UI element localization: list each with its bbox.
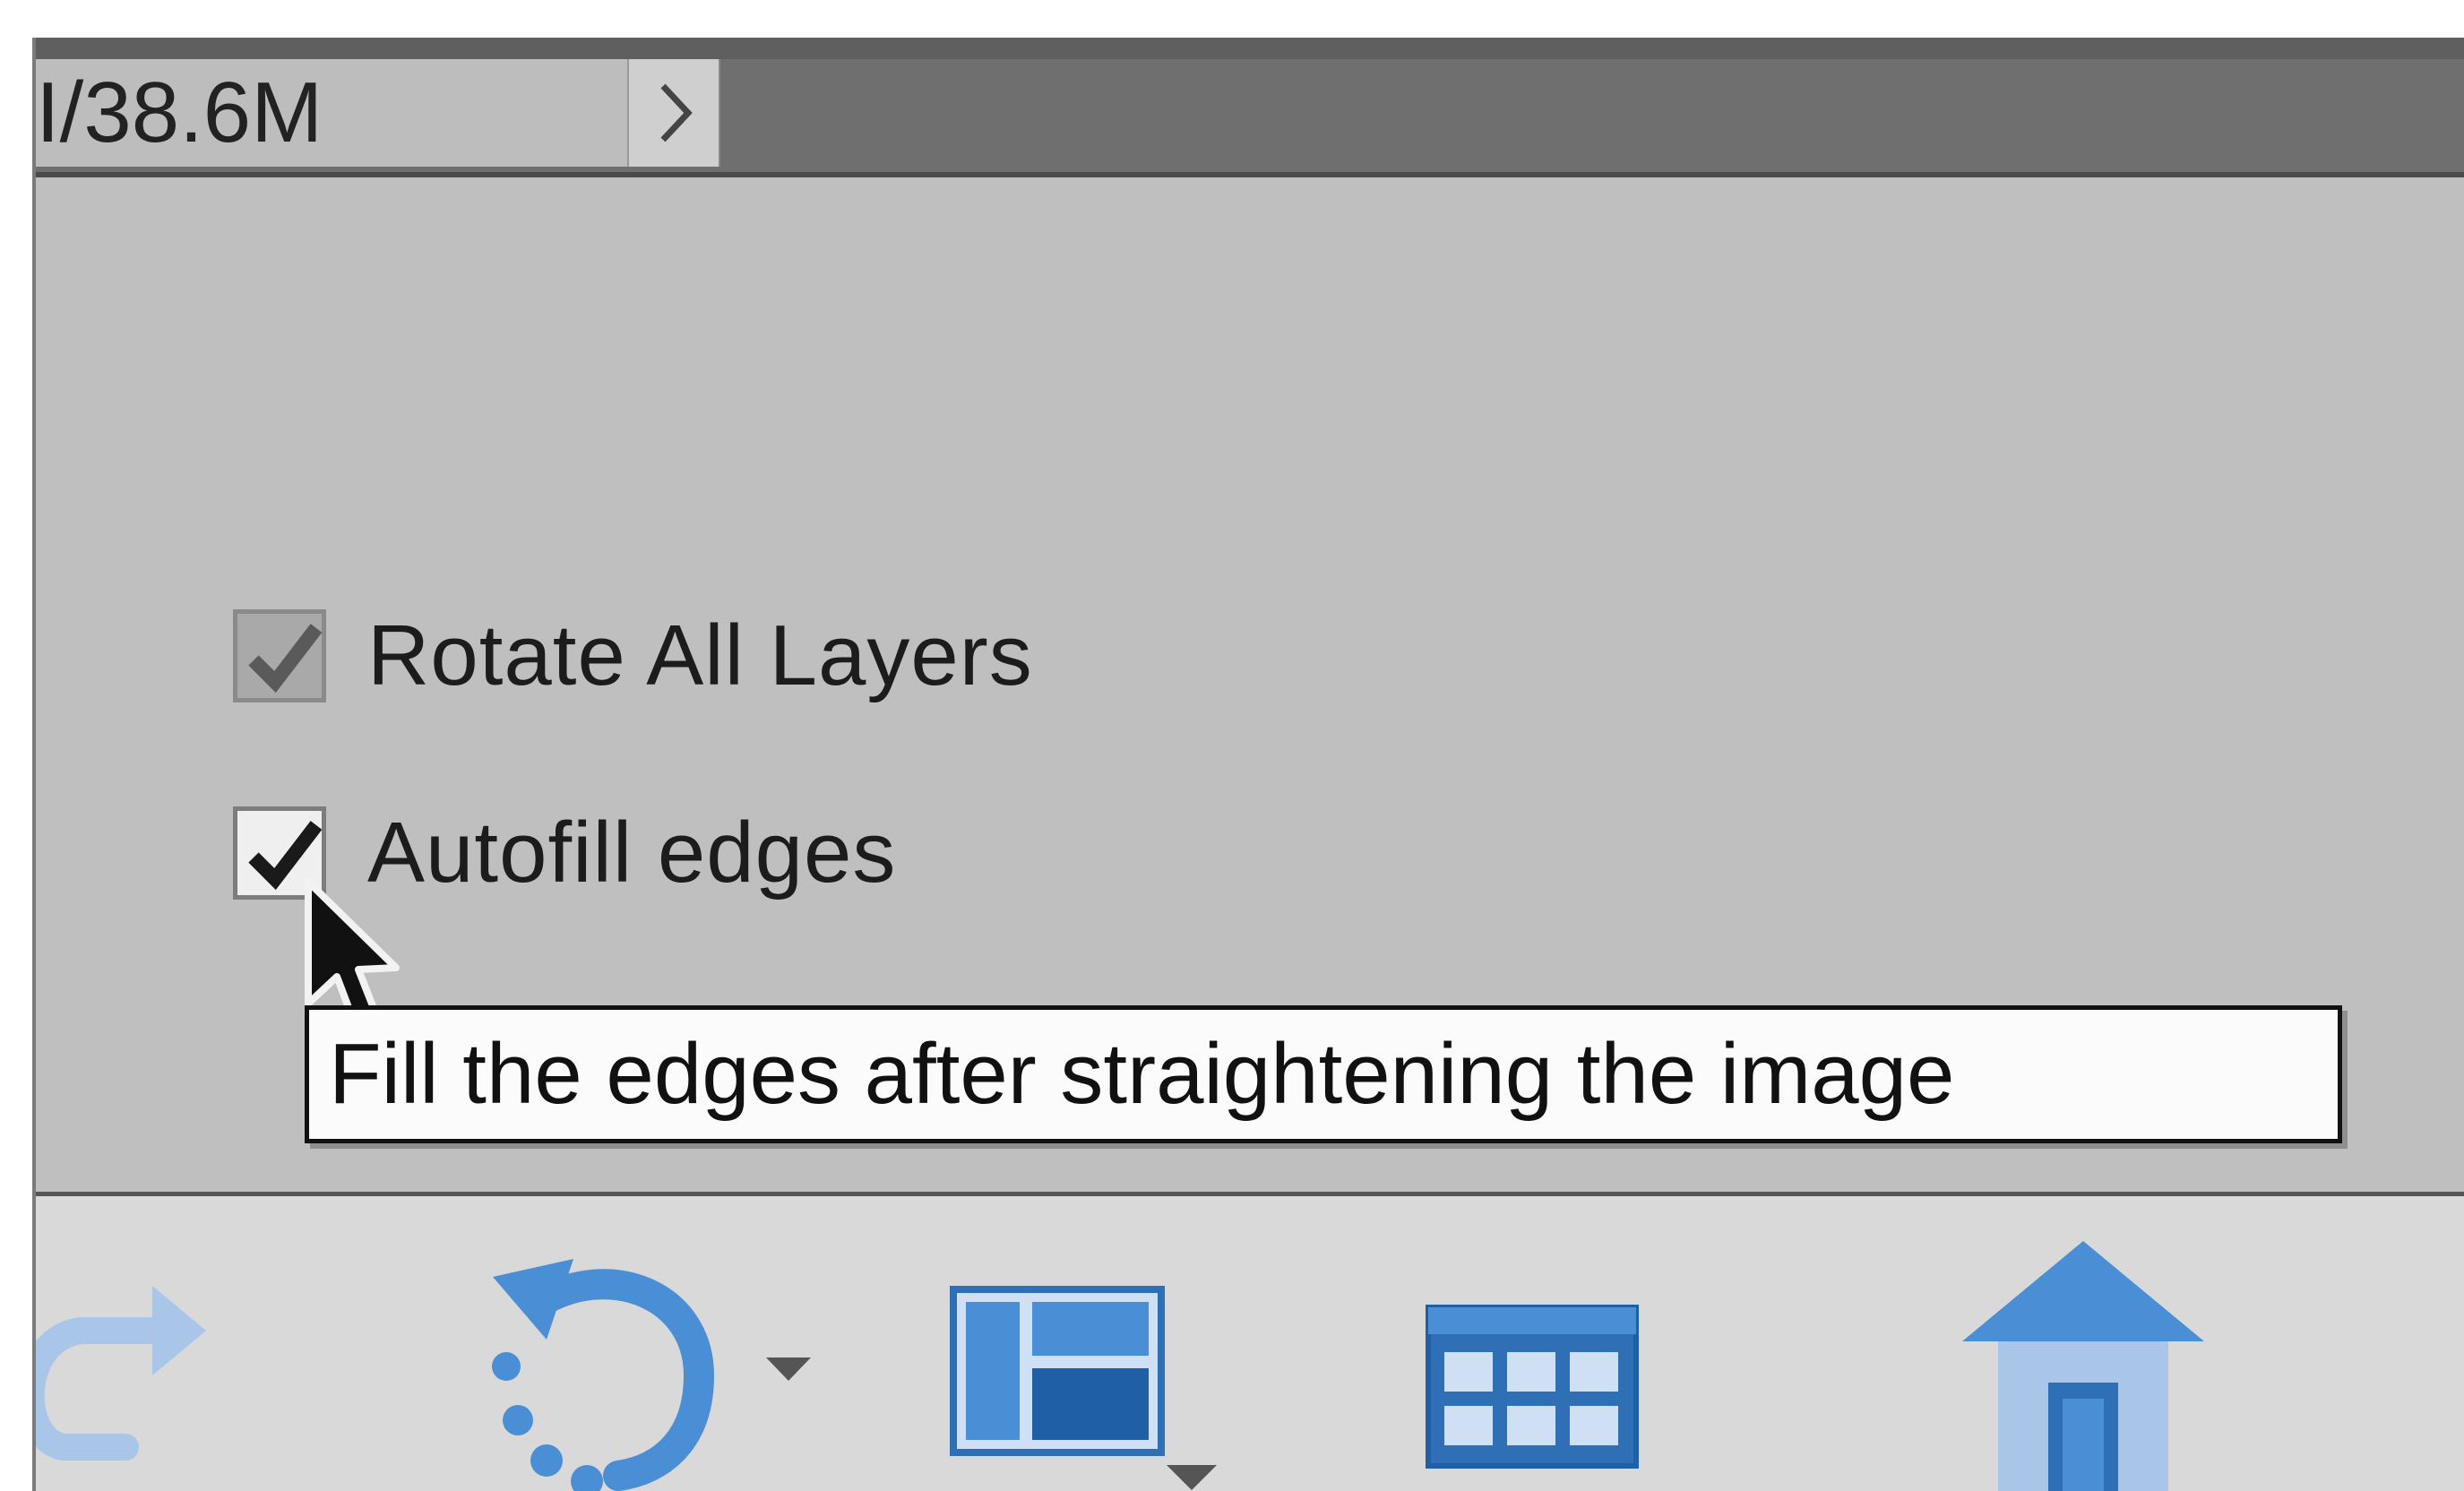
bottom-toolbar <box>36 1192 2464 1491</box>
rotate-all-layers-checkbox[interactable] <box>233 609 326 702</box>
autofill-edges-label: Autofill edges <box>367 805 897 901</box>
tooltip: Fill the edges after straightening the i… <box>305 1005 2342 1143</box>
rotate-all-layers-option[interactable]: Rotate All Layers <box>233 602 1033 710</box>
checkmark-icon <box>248 624 323 694</box>
rotate-all-layers-label: Rotate All Layers <box>367 608 1033 703</box>
rotate-icon[interactable] <box>457 1241 744 1491</box>
organizer-grid-icon[interactable] <box>1425 1304 1640 1469</box>
chevron-right-icon <box>660 83 693 142</box>
rotate-dropdown-arrow-icon[interactable] <box>766 1357 811 1384</box>
status-bar-top-edge <box>36 38 2464 59</box>
status-expand-button[interactable] <box>627 59 720 167</box>
status-bar: I/38.6M <box>36 38 2464 177</box>
app-window: I/38.6M Rotate All Layers Autofill edges… <box>32 38 2464 1491</box>
redo-icon[interactable] <box>32 1259 224 1474</box>
layout-dropdown-arrow-icon[interactable] <box>1167 1465 1217 1491</box>
document-size-readout: I/38.6M <box>36 59 627 167</box>
layout-icon[interactable] <box>950 1286 1165 1456</box>
home-icon[interactable] <box>1962 1241 2204 1491</box>
